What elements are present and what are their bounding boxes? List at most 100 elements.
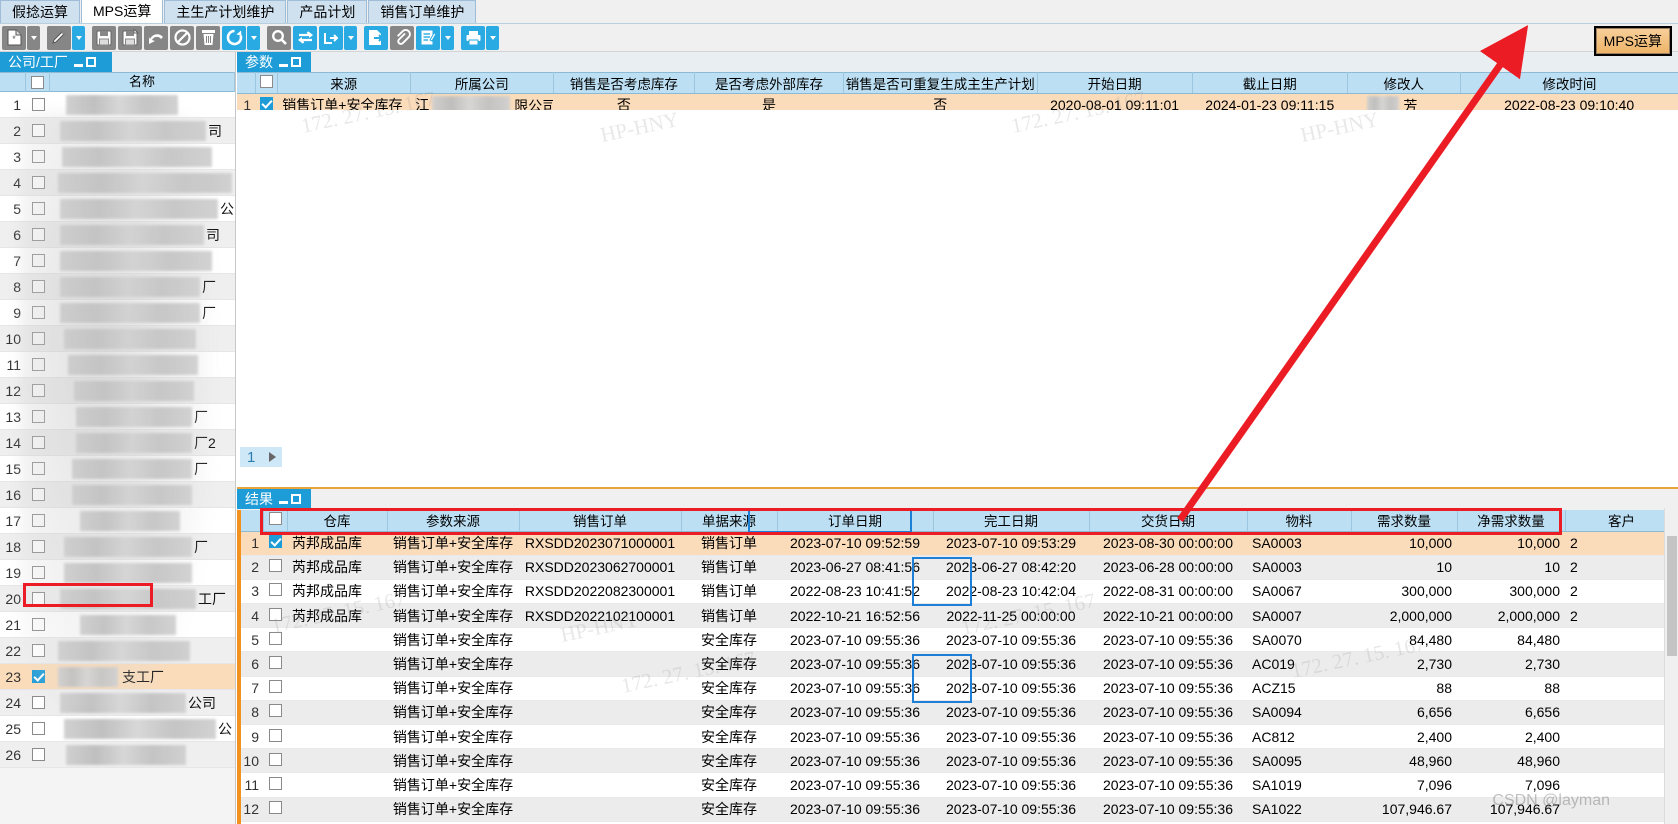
company-row[interactable]: 7 xyxy=(0,248,235,274)
result-cell-checkbox[interactable] xyxy=(263,555,287,580)
result-row[interactable]: 7 销售订单+安全库存 安全库存 2023-07-10 09:55:36 2023-07… xyxy=(237,676,1678,701)
result-header-delivery-date[interactable]: 交货日期 xyxy=(1089,510,1248,532)
company-row-checkbox[interactable] xyxy=(31,462,45,475)
company-row-checkbox[interactable] xyxy=(31,202,45,215)
result-minimize-icon[interactable] xyxy=(279,500,288,504)
result-row[interactable]: 5 销售订单+安全库存 安全库存 2023-07-10 09:55:36 2023-07… xyxy=(237,627,1678,653)
result-cell-checkbox[interactable] xyxy=(263,748,287,774)
parameter-minimize-icon[interactable] xyxy=(279,63,288,67)
refresh-button-group[interactable] xyxy=(222,25,261,50)
company-row[interactable]: 1 xyxy=(0,92,235,118)
result-row-checkbox[interactable] xyxy=(268,631,282,645)
export-icon[interactable] xyxy=(364,25,388,50)
new-button-group[interactable]: * xyxy=(2,25,41,50)
param-header-start-date[interactable]: 开始日期 xyxy=(1037,72,1193,94)
tab-jianian[interactable]: 假捻运算 xyxy=(0,0,80,23)
tab-mps[interactable]: MPS运算 xyxy=(81,0,164,23)
result-header-finish-date[interactable]: 完工日期 xyxy=(933,510,1090,532)
company-row-list[interactable]: 12司345公司6司78厂9厂10111213厂14厂215厂161718厂19… xyxy=(0,92,235,768)
result-header-doc-source[interactable]: 单据来源 xyxy=(681,510,778,532)
result-header-order-date[interactable]: 订单日期 xyxy=(777,510,934,532)
report-icon[interactable] xyxy=(416,25,440,50)
company-row-checkbox-cell[interactable] xyxy=(26,124,50,137)
select-all-checkbox[interactable] xyxy=(31,75,44,89)
company-row[interactable]: 2司 xyxy=(0,118,235,144)
result-header-customer[interactable]: 客户 xyxy=(1565,510,1678,532)
report-button-group[interactable] xyxy=(416,25,455,50)
result-cell-checkbox[interactable] xyxy=(263,797,287,822)
company-row-checkbox-cell[interactable] xyxy=(26,644,50,657)
result-row-checkbox[interactable] xyxy=(268,607,282,621)
refresh-dropdown-caret[interactable] xyxy=(247,25,260,50)
company-row[interactable]: 15 厂 xyxy=(0,456,235,482)
company-row-checkbox[interactable] xyxy=(31,514,45,527)
company-row-checkbox-cell[interactable] xyxy=(26,488,50,501)
cancel-icon[interactable] xyxy=(170,25,194,50)
company-row-checkbox-cell[interactable] xyxy=(26,436,50,449)
param-row-checkbox[interactable] xyxy=(260,96,274,110)
result-row[interactable]: 8 销售订单+安全库存 安全库存 2023-07-10 09:55:36 2023-07… xyxy=(237,700,1678,726)
company-panel-window-buttons[interactable] xyxy=(73,57,96,67)
company-row-checkbox[interactable] xyxy=(31,358,45,371)
company-row-checkbox[interactable] xyxy=(31,306,45,319)
result-row[interactable]: 1 芮邦成品库 销售订单+安全库存 RXSDD2023071000001 销售订单 202… xyxy=(237,531,1678,556)
company-row[interactable]: 18 厂 xyxy=(0,534,235,560)
company-row-checkbox-cell[interactable] xyxy=(26,228,50,241)
save-as-icon[interactable] xyxy=(118,25,142,50)
maximize-icon[interactable] xyxy=(85,57,96,67)
company-row[interactable]: 21 xyxy=(0,612,235,638)
company-row-checkbox-cell[interactable] xyxy=(26,384,50,397)
company-row[interactable]: 5 公司 xyxy=(0,196,235,237)
parameter-pager[interactable]: 1 xyxy=(240,446,283,468)
company-row[interactable]: 9厂 xyxy=(0,300,235,326)
company-row[interactable]: 6司 xyxy=(0,222,235,248)
company-row-checkbox-cell[interactable] xyxy=(26,358,50,371)
result-row[interactable]: 11 销售订单+安全库存 安全库存 2023-07-10 09:55:36 2023-0… xyxy=(237,772,1678,798)
result-row[interactable]: 9 销售订单+安全库存 安全库存 2023-07-10 09:55:36 2023-07… xyxy=(237,724,1678,750)
result-row-checkbox[interactable] xyxy=(268,656,282,670)
param-header-modifier[interactable]: 修改人 xyxy=(1347,72,1461,94)
result-row-checkbox[interactable] xyxy=(268,559,282,573)
edit-dropdown-caret[interactable] xyxy=(72,25,85,50)
minimize-icon[interactable] xyxy=(73,63,83,67)
company-row-checkbox-cell[interactable] xyxy=(26,306,50,319)
result-cell-checkbox[interactable] xyxy=(263,700,287,726)
company-row-checkbox-cell[interactable] xyxy=(26,202,50,215)
company-row-checkbox-cell[interactable] xyxy=(26,696,50,709)
company-row-checkbox-cell[interactable] xyxy=(26,332,50,345)
company-row-checkbox[interactable] xyxy=(31,280,45,293)
result-cell-checkbox[interactable] xyxy=(263,676,287,701)
company-row[interactable]: 10 xyxy=(0,326,235,352)
company-row-checkbox-cell[interactable] xyxy=(26,670,50,683)
result-row-checkbox[interactable] xyxy=(268,535,282,549)
param-header-sales-stock[interactable]: 销售是否考虑库存 xyxy=(553,72,695,94)
company-row[interactable]: 8厂 xyxy=(0,274,235,300)
company-row-checkbox-cell[interactable] xyxy=(26,618,50,631)
result-row[interactable]: 10 销售订单+安全库存 安全库存 2023-07-10 09:55:36 2023-0… xyxy=(237,748,1678,774)
edit-button-group[interactable] xyxy=(47,25,86,50)
result-row[interactable]: 4 芮邦成品库 销售订单+安全库存 RXSDD2022102100001 销售订单 202… xyxy=(237,603,1678,629)
company-row-checkbox[interactable] xyxy=(31,540,45,553)
import-icon[interactable] xyxy=(319,25,343,50)
company-row[interactable]: 22 xyxy=(0,638,235,664)
result-header-demand-qty[interactable]: 需求数量 xyxy=(1351,510,1458,532)
result-row[interactable]: 12 销售订单+安全库存 安全库存 2023-07-10 09:55:36 2023-0… xyxy=(237,797,1678,822)
result-header-warehouse[interactable]: 仓库 xyxy=(287,510,388,532)
company-row-checkbox[interactable] xyxy=(31,98,45,111)
result-row-list[interactable]: 1 芮邦成品库 销售订单+安全库存 RXSDD2023071000001 销售订单 202… xyxy=(237,531,1678,822)
result-vertical-scrollbar[interactable] xyxy=(1664,508,1678,824)
result-header-material[interactable]: 物料 xyxy=(1247,510,1352,532)
param-header-modify-time[interactable]: 修改时间 xyxy=(1460,72,1678,94)
delete-icon[interactable] xyxy=(196,25,220,50)
company-row-checkbox-cell[interactable] xyxy=(26,280,50,293)
result-row-checkbox[interactable] xyxy=(268,801,282,815)
company-row-checkbox-cell[interactable] xyxy=(26,592,50,605)
company-row[interactable]: 12 xyxy=(0,378,235,404)
result-row[interactable]: 2 芮邦成品库 销售订单+安全库存 RXSDD2023062700001 销售订单 202… xyxy=(237,555,1678,580)
attachment-icon[interactable] xyxy=(390,25,414,50)
edit-icon[interactable] xyxy=(47,25,71,50)
tab-sales-order-maint[interactable]: 销售订单维护 xyxy=(368,0,477,23)
param-header-external-stock[interactable]: 是否考虑外部库存 xyxy=(694,72,845,94)
search-icon[interactable] xyxy=(267,25,291,50)
result-header-sales-order[interactable]: 销售订单 xyxy=(519,510,682,532)
